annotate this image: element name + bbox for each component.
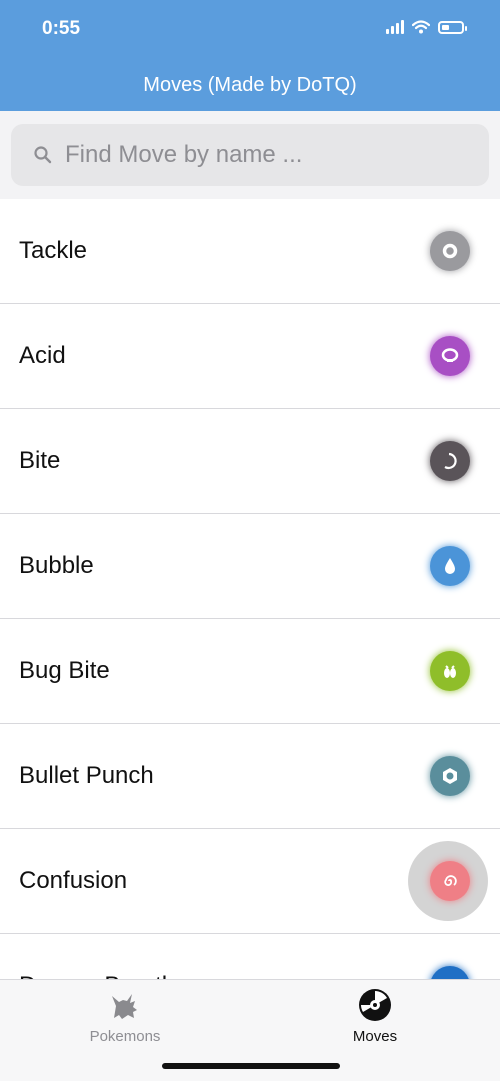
wifi-icon: [412, 20, 430, 34]
move-name: Confusion: [19, 867, 128, 894]
move-name: Bite: [19, 447, 61, 474]
steel-type-icon: [430, 756, 470, 796]
pikachu-icon: [112, 994, 137, 1019]
list-item[interactable]: Bubble: [0, 514, 500, 619]
signal-icon: [386, 20, 404, 34]
header: 0:55 Moves (Made by DoTQ): [0, 0, 500, 111]
tab-pokemons[interactable]: Pokemons: [0, 980, 250, 1050]
move-name: Bug Bite: [19, 657, 110, 684]
move-name: Bubble: [19, 552, 94, 579]
search-input[interactable]: [65, 124, 465, 186]
status-time: 0:55: [42, 18, 81, 39]
list-item[interactable]: Dragon Breath: [0, 934, 500, 979]
tab-label: Pokemons: [89, 1028, 161, 1045]
list-item[interactable]: Bite: [0, 409, 500, 514]
bug-type-icon: [430, 651, 470, 691]
list-item[interactable]: Tackle: [0, 199, 500, 304]
normal-type-icon: [430, 231, 470, 271]
move-name: Tackle: [19, 237, 88, 264]
disc-icon: [359, 989, 391, 1021]
move-name: Dragon Breath: [19, 934, 175, 979]
move-name: Bullet Punch: [19, 762, 154, 789]
move-name: Acid: [19, 342, 66, 369]
tab-moves[interactable]: Moves: [250, 980, 500, 1050]
moves-list[interactable]: Tackle Acid Bite Bubble Bug Bite Bullet …: [0, 199, 500, 979]
home-indicator: [162, 1063, 340, 1069]
list-item[interactable]: Bug Bite: [0, 619, 500, 724]
list-item[interactable]: Bullet Punch: [0, 724, 500, 829]
tab-label: Moves: [352, 1028, 398, 1045]
status-icons: [386, 20, 467, 34]
search-bar: [0, 111, 500, 200]
search-icon: [34, 146, 52, 164]
dark-type-icon: [430, 441, 470, 481]
water-type-icon: [430, 546, 470, 586]
battery-icon: [438, 20, 467, 34]
dragon-type-icon: [430, 966, 470, 979]
list-item[interactable]: Acid: [0, 304, 500, 409]
psychic-type-icon: [430, 861, 470, 901]
poison-type-icon: [430, 336, 470, 376]
search-box[interactable]: [11, 124, 489, 186]
page-title: Moves (Made by DoTQ): [143, 74, 357, 96]
list-item[interactable]: Confusion: [0, 829, 500, 934]
